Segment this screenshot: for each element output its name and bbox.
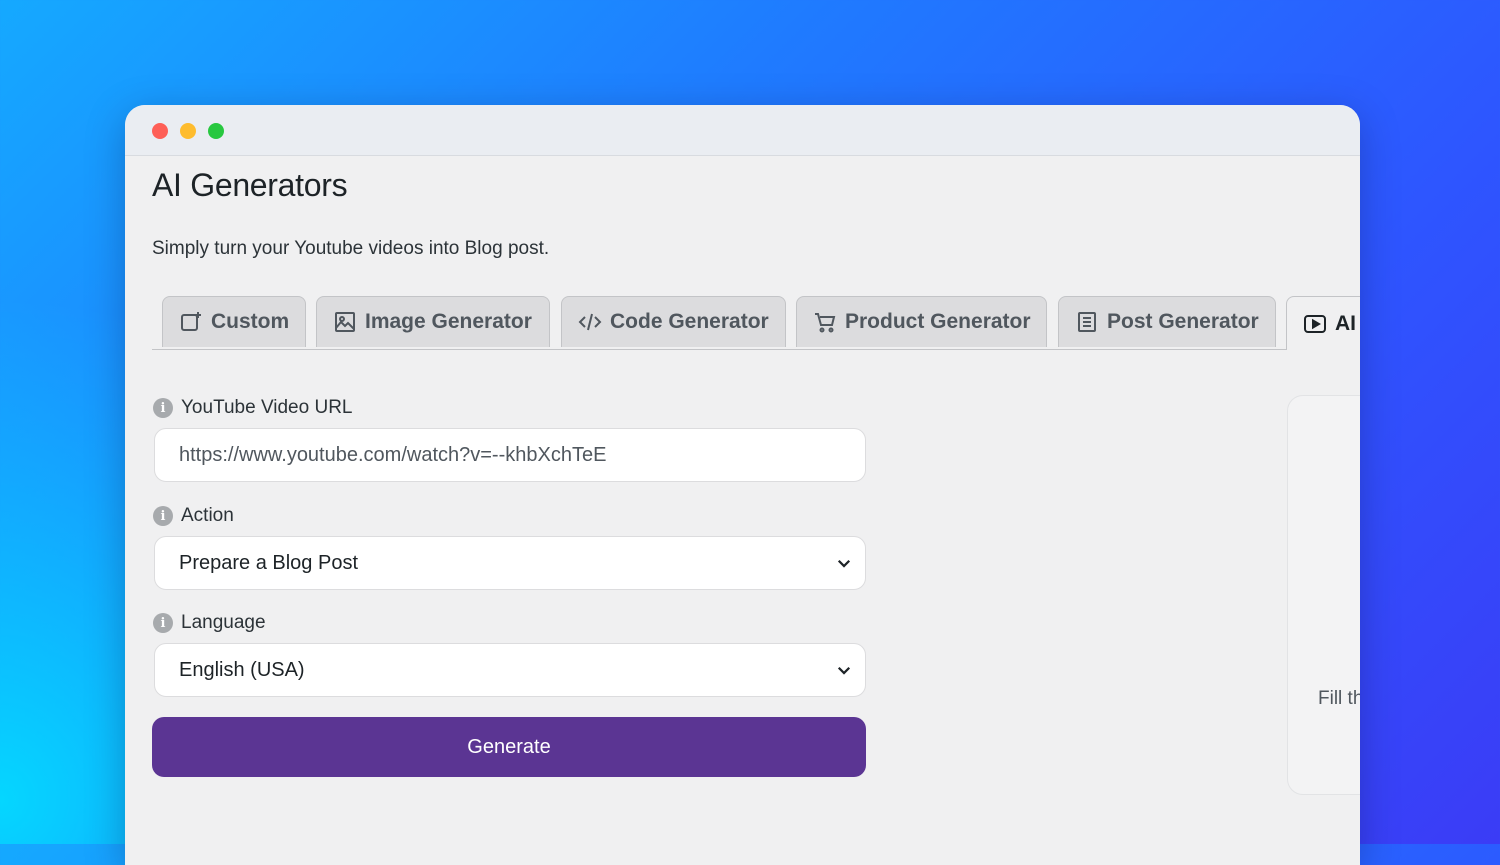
minimize-window-button[interactable] (180, 123, 196, 139)
tab-label: Image Generator (365, 310, 532, 333)
url-label-text: YouTube Video URL (181, 397, 353, 418)
chevron-down-icon (837, 559, 851, 568)
tab-label: Custom (211, 310, 290, 333)
tab-label: Code Generator (610, 310, 769, 333)
action-selected-value: Prepare a Blog Post (179, 551, 358, 574)
output-placeholder-text: Fill th (1318, 688, 1360, 709)
tab-custom[interactable]: Custom (162, 296, 306, 347)
generate-button[interactable]: Generate (152, 717, 866, 777)
url-field-label: i YouTube Video URL (153, 397, 352, 419)
tab-product-generator[interactable]: Product Generator (796, 296, 1047, 347)
page-subtitle: Simply turn your Youtube videos into Blo… (152, 238, 550, 259)
tab-bar: Custom Image Generator Code Generator Pr… (152, 296, 1360, 350)
youtube-url-value: https://www.youtube.com/watch?v=--khbXch… (179, 443, 607, 466)
language-label-text: Language (181, 612, 266, 633)
close-window-button[interactable] (152, 123, 168, 139)
info-icon[interactable]: i (153, 506, 173, 526)
action-label-text: Action (181, 505, 234, 526)
app-window: AI Generators Simply turn your Youtube v… (125, 105, 1360, 865)
output-panel: Fill th (1287, 395, 1360, 795)
language-field-label: i Language (153, 612, 266, 634)
tab-post-generator[interactable]: Post Generator (1058, 296, 1276, 347)
action-select[interactable]: Prepare a Blog Post (154, 536, 866, 590)
maximize-window-button[interactable] (208, 123, 224, 139)
tab-label: Post Generator (1107, 310, 1259, 333)
tab-ai[interactable]: AI (1286, 296, 1360, 350)
youtube-play-icon (1304, 314, 1326, 333)
chevron-down-icon (837, 666, 851, 675)
tab-label: AI (1335, 311, 1356, 335)
title-bar (125, 105, 1360, 156)
code-icon (578, 313, 602, 331)
tab-label: Product Generator (845, 310, 1031, 333)
image-icon (335, 312, 355, 332)
info-icon[interactable]: i (153, 613, 173, 633)
youtube-url-input[interactable]: https://www.youtube.com/watch?v=--khbXch… (154, 428, 866, 482)
cart-icon (815, 313, 836, 333)
document-icon (1078, 312, 1096, 332)
tab-code-generator[interactable]: Code Generator (561, 296, 786, 347)
language-selected-value: English (USA) (179, 658, 305, 681)
language-select[interactable]: English (USA) (154, 643, 866, 697)
page-title: AI Generators (152, 167, 348, 203)
info-icon[interactable]: i (153, 398, 173, 418)
custom-edit-icon (181, 312, 201, 331)
tab-image-generator[interactable]: Image Generator (316, 296, 550, 347)
action-field-label: i Action (153, 505, 234, 527)
